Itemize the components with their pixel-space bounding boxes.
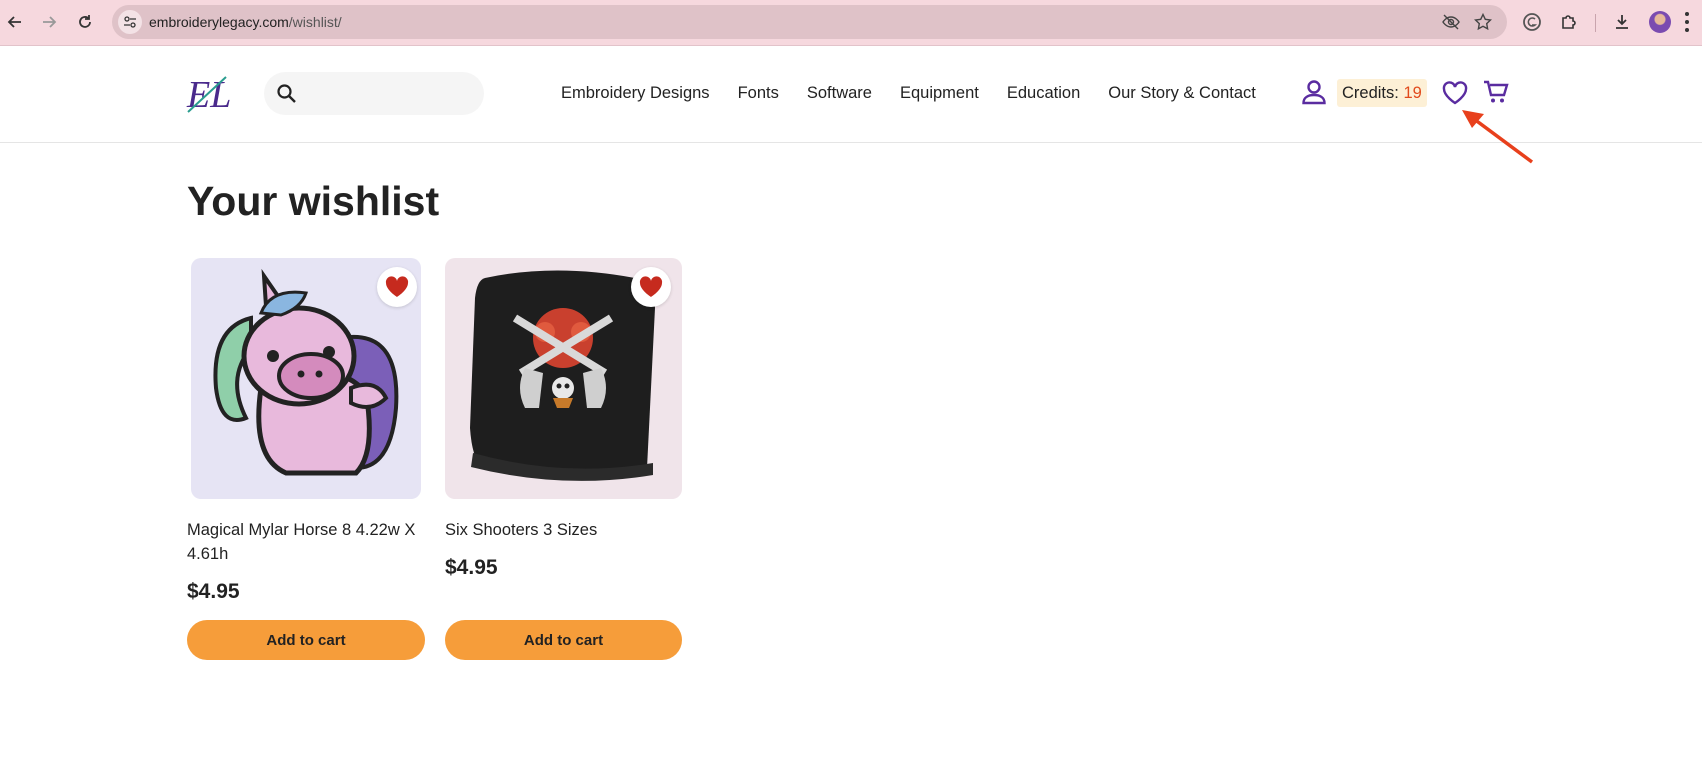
- toolbar-divider: [1595, 14, 1596, 32]
- nav-equipment[interactable]: Equipment: [900, 84, 979, 103]
- nav-software[interactable]: Software: [807, 84, 872, 103]
- filled-heart-icon: [385, 276, 409, 297]
- annotation-arrow: [1462, 110, 1534, 164]
- cart-icon[interactable]: [1483, 79, 1509, 105]
- address-bar[interactable]: embroiderylegacy.com/wishlist/: [112, 5, 1507, 39]
- remove-from-wishlist-button[interactable]: [631, 267, 671, 307]
- site-info-icon[interactable]: [118, 10, 142, 34]
- remove-from-wishlist-button[interactable]: [377, 267, 417, 307]
- browser-toolbar: embroiderylegacy.com/wishlist/: [0, 0, 1702, 46]
- bookmark-star-icon[interactable]: [1474, 13, 1492, 31]
- download-icon[interactable]: [1612, 12, 1632, 32]
- product-name[interactable]: Six Shooters 3 Sizes: [445, 518, 685, 542]
- url-domain: embroiderylegacy.com: [149, 14, 289, 30]
- product-price: $4.95: [187, 580, 240, 603]
- wishlist-heart-icon[interactable]: [1442, 81, 1468, 105]
- site-header: EL Embroidery Designs Fonts Software Equ…: [0, 46, 1702, 143]
- url-text: embroiderylegacy.com/wishlist/: [149, 14, 342, 30]
- url-path: /wishlist/: [288, 14, 342, 30]
- search-box[interactable]: [264, 72, 484, 115]
- add-to-cart-button[interactable]: Add to cart: [187, 620, 425, 660]
- site-logo[interactable]: EL: [186, 73, 244, 113]
- account-icon[interactable]: [1301, 79, 1327, 105]
- back-icon[interactable]: [4, 11, 26, 33]
- eye-off-icon[interactable]: [1442, 13, 1460, 31]
- extension-g-icon[interactable]: [1522, 12, 1542, 32]
- profile-avatar[interactable]: [1649, 11, 1671, 33]
- nav-education[interactable]: Education: [1007, 84, 1080, 103]
- nav-our-story-contact[interactable]: Our Story & Contact: [1108, 84, 1256, 103]
- search-icon[interactable]: [276, 83, 297, 104]
- page-title: Your wishlist: [187, 178, 440, 224]
- credits-label: Credits:: [1342, 84, 1399, 102]
- credits-value: 19: [1403, 84, 1422, 102]
- add-to-cart-button[interactable]: Add to cart: [445, 620, 682, 660]
- reload-icon[interactable]: [74, 11, 96, 33]
- forward-icon[interactable]: [38, 11, 60, 33]
- credits-badge[interactable]: Credits: 19: [1337, 79, 1427, 107]
- product-price: $4.95: [445, 556, 498, 579]
- browser-menu-icon[interactable]: [1684, 12, 1690, 32]
- search-input[interactable]: [308, 80, 472, 107]
- product-name[interactable]: Magical Mylar Horse 8 4.22w X 4.61h: [187, 518, 427, 566]
- nav-fonts[interactable]: Fonts: [738, 84, 779, 103]
- extensions-puzzle-icon[interactable]: [1559, 12, 1579, 32]
- nav-embroidery-designs[interactable]: Embroidery Designs: [561, 84, 710, 103]
- filled-heart-icon: [639, 276, 663, 297]
- main-nav: Embroidery Designs Fonts Software Equipm…: [561, 84, 1284, 103]
